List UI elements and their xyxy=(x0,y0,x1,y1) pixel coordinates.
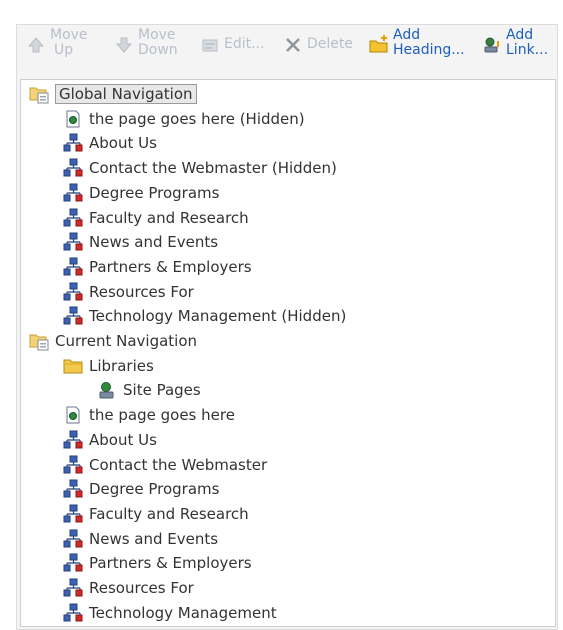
tree-item[interactable]: News and Events xyxy=(63,230,218,254)
move-up-label-2: Up xyxy=(54,42,74,58)
site-icon xyxy=(63,578,83,598)
move-down-label-1: Move xyxy=(138,27,176,43)
tree-item-label: the page goes here (Hidden) xyxy=(89,109,305,128)
site-icon xyxy=(63,553,83,573)
site-icon xyxy=(63,529,83,549)
tree-item[interactable]: Resources For xyxy=(63,576,194,600)
site-icon xyxy=(63,133,83,153)
tree-item[interactable]: Faculty and Research xyxy=(63,502,249,526)
tree-item-label: Technology Management xyxy=(89,603,277,622)
tree-item[interactable]: the page goes here xyxy=(63,403,235,427)
add-heading-button[interactable]: Add Heading... xyxy=(369,28,465,58)
add-link-label-1: Add xyxy=(506,27,534,43)
arrow-down-icon xyxy=(115,37,133,53)
tree-item-label: News and Events xyxy=(89,529,219,548)
move-up-label-1: Move xyxy=(50,27,88,43)
navigation-folder-icon xyxy=(29,331,49,351)
tree-item-label: Resources For xyxy=(89,282,194,301)
arrow-up-icon xyxy=(27,37,45,53)
tree-item[interactable]: About Us xyxy=(63,131,157,155)
tree-item[interactable]: About Us xyxy=(63,428,157,452)
tree-item[interactable]: Contact the Webmaster xyxy=(63,453,267,477)
tree-item-label: Faculty and Research xyxy=(89,504,249,523)
tree-heading-current-navigation[interactable]: Current Navigation xyxy=(29,329,197,353)
page-icon xyxy=(63,405,83,425)
toolbar: Move Up Move Down Edit... Delete Add Headin… xyxy=(20,26,554,72)
tree-item[interactable]: Partners & Employers xyxy=(63,551,252,575)
folder-icon xyxy=(63,356,83,376)
site-icon xyxy=(63,430,83,450)
tree-item-label: News and Events xyxy=(89,233,219,252)
site-icon xyxy=(63,183,83,203)
tree-item-label: Partners & Employers xyxy=(89,554,252,573)
delete-button[interactable]: Delete xyxy=(283,28,353,55)
delete-x-icon xyxy=(286,38,300,52)
tree-item-label: Libraries xyxy=(89,356,154,375)
tree-item-label: Technology Management (Hidden) xyxy=(89,307,347,326)
tree-item-label: Contact the Webmaster (Hidden) xyxy=(89,159,337,178)
add-link-label-2: Link... xyxy=(506,42,549,58)
site-icon xyxy=(63,479,83,499)
page-icon xyxy=(63,109,83,129)
site-icon xyxy=(63,504,83,524)
move-down-label-2: Down xyxy=(138,42,178,58)
site-icon xyxy=(63,232,83,252)
tree-item-label: About Us xyxy=(89,134,157,153)
tree-item[interactable]: Degree Programs xyxy=(63,181,219,205)
tree-item[interactable]: Technology Management xyxy=(63,601,277,625)
tree-item-label: Resources For xyxy=(89,579,194,597)
site-pages-icon xyxy=(97,380,117,400)
edit-icon xyxy=(202,39,218,52)
move-down-button[interactable]: Move Down xyxy=(114,28,178,58)
add-link-button[interactable]: Add Link... xyxy=(482,28,548,58)
link-add-icon xyxy=(484,37,499,53)
edit-button[interactable]: Edit... xyxy=(200,28,264,55)
folder-add-icon xyxy=(369,35,388,53)
tree-item-label: Contact the Webmaster xyxy=(89,455,268,474)
add-heading-label-1: Add xyxy=(393,27,421,43)
add-heading-label-2: Heading... xyxy=(393,42,465,58)
tree-item-label: Degree Programs xyxy=(89,480,220,499)
navigation-tree: Global Navigation the page goes here (Hid… xyxy=(20,79,556,627)
tree-item-label: Partners & Employers xyxy=(89,257,252,276)
tree-item-label: the page goes here xyxy=(89,406,235,425)
tree-item[interactable]: Contact the Webmaster (Hidden) xyxy=(63,156,337,180)
site-icon xyxy=(63,306,83,326)
site-icon xyxy=(63,257,83,277)
site-icon xyxy=(63,208,83,228)
tree-item[interactable]: Partners & Employers xyxy=(63,255,252,279)
tree-item[interactable]: Technology Management (Hidden) xyxy=(63,304,346,328)
site-icon xyxy=(63,603,83,623)
tree-item-label: Site Pages xyxy=(123,381,201,400)
tree-heading-libraries[interactable]: Libraries xyxy=(63,354,154,378)
tree-heading-global-navigation[interactable]: Global Navigation xyxy=(29,82,197,106)
tree-item-label: Faculty and Research xyxy=(89,208,249,227)
site-icon xyxy=(63,158,83,178)
site-icon xyxy=(63,455,83,475)
edit-label: Edit... xyxy=(224,36,265,52)
tree-item-label: Current Navigation xyxy=(55,332,198,350)
tree-item-label: Degree Programs xyxy=(89,183,220,202)
tree-item-label: Global Navigation xyxy=(55,84,197,104)
move-up-button[interactable]: Move Up xyxy=(26,28,88,58)
tree-item[interactable]: Faculty and Research xyxy=(63,206,249,230)
tree-item[interactable]: News and Events xyxy=(63,527,218,551)
tree-item[interactable]: Degree Programs xyxy=(63,477,219,501)
tree-item[interactable]: the page goes here (Hidden) xyxy=(63,107,305,131)
navigation-folder-icon xyxy=(29,84,49,104)
site-icon xyxy=(63,282,83,302)
delete-label: Delete xyxy=(307,36,353,52)
tree-item[interactable]: Resources For xyxy=(63,280,194,304)
tree-item-site-pages[interactable]: Site Pages xyxy=(97,378,201,402)
tree-item-label: About Us xyxy=(89,430,157,449)
